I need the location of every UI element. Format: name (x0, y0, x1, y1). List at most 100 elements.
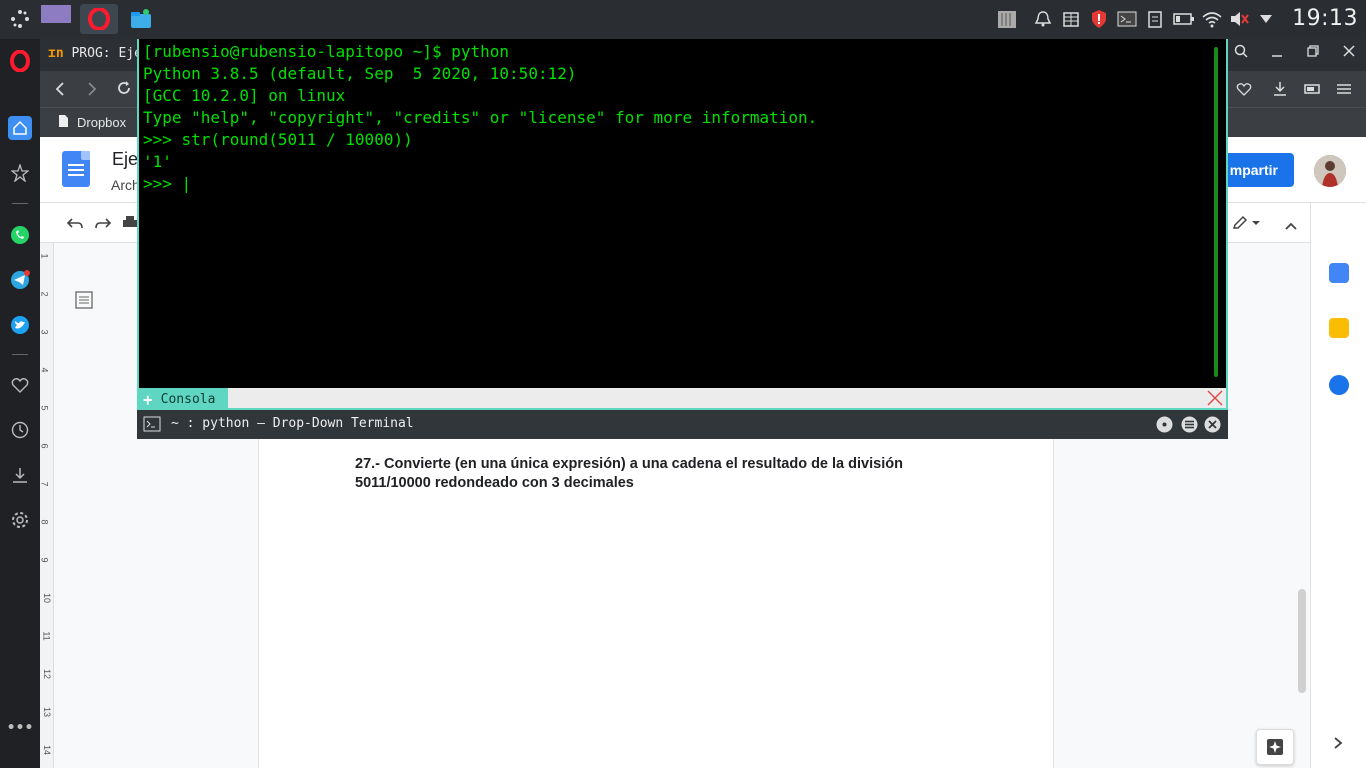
terminal-line: '1' (143, 152, 172, 171)
ruler-number: 1 (39, 253, 50, 259)
ruler-number: 4 (39, 367, 50, 373)
document-line: 27.- Convierte (en una única expresión) … (355, 455, 903, 472)
dropdown-terminal: [rubensio@rubensio-lapitopo ~]$ python Py… (137, 39, 1228, 439)
telegram-icon[interactable] (8, 268, 32, 292)
terminal-line: Type "help", "copyright", "credits" or "… (143, 108, 818, 127)
security-icon[interactable] (1088, 4, 1110, 34)
sidebar-divider (12, 203, 28, 204)
whatsapp-icon[interactable] (8, 223, 32, 247)
keep-icon[interactable] (1329, 318, 1349, 338)
minimize-icon[interactable] (1270, 43, 1284, 62)
vertical-ruler: 1 2 3 4 5 6 7 8 9 10 11 12 13 14 (40, 243, 54, 768)
terminal-menu-icon[interactable] (1181, 416, 1198, 437)
edit-mode-icon[interactable] (1232, 215, 1260, 235)
terminal-close-icon[interactable] (1204, 416, 1221, 437)
ruler-number: 2 (39, 291, 50, 297)
terminal-tabs: + Consola (137, 388, 1228, 410)
ruler-number: 11 (41, 631, 52, 641)
terminal-titlebar: ~ : python – Drop-Down Terminal (137, 410, 1228, 439)
star-icon[interactable] (8, 161, 32, 185)
ruler-number: 8 (39, 519, 50, 525)
clipboard-icon[interactable] (1060, 4, 1082, 34)
scrollbar[interactable] (1298, 589, 1306, 693)
system-panel: 19:13 (0, 0, 1366, 39)
terminal-line: [rubensio@rubensio-lapitopo ~]$ python (143, 42, 510, 61)
expand-panel-icon[interactable] (1333, 735, 1343, 754)
terminal-line: Python 3.8.5 (default, Sep 5 2020, 10:50… (143, 64, 577, 83)
ruler-number: 10 (42, 592, 53, 604)
tab-docs[interactable]: ɪn PROG: Eje (48, 46, 142, 61)
battery-saver-icon[interactable] (1304, 81, 1322, 101)
ruler-number: 6 (39, 443, 50, 449)
terminal-line: >>> | (143, 174, 192, 193)
tab-consola-label: Consola (160, 391, 216, 407)
forward-icon[interactable] (86, 81, 98, 101)
easy-setup-icon[interactable] (1336, 81, 1352, 101)
tab-consola[interactable]: + Consola (139, 388, 228, 410)
terminal-title: ~ : python – Drop-Down Terminal (171, 416, 414, 431)
notes-icon[interactable] (1144, 4, 1166, 34)
menu-archivo[interactable]: Arch (111, 177, 140, 193)
docs-tab-favicon-icon: ɪn (48, 46, 64, 61)
home-icon[interactable] (8, 116, 32, 140)
document-outline-icon[interactable] (75, 291, 93, 313)
back-icon[interactable] (54, 81, 66, 101)
file-manager-task-icon[interactable] (124, 4, 158, 34)
sidebar-divider (12, 354, 28, 355)
ruler-number: 14 (42, 744, 53, 756)
battery-icon[interactable] (1172, 4, 1196, 34)
undo-icon[interactable] (66, 215, 84, 234)
ruler-number: 7 (39, 481, 50, 487)
vault-icon[interactable] (994, 4, 1020, 34)
docs-logo-lines (68, 164, 84, 179)
search-icon[interactable] (1234, 43, 1248, 62)
redo-icon[interactable] (94, 215, 112, 234)
keep-open-icon[interactable] (1156, 416, 1173, 437)
ruler-number: 5 (39, 405, 50, 411)
volume-muted-icon[interactable] (1228, 4, 1250, 34)
notifications-icon[interactable] (1032, 4, 1054, 34)
virtual-desktop-icon[interactable] (40, 4, 72, 34)
collapse-icon[interactable] (1284, 216, 1298, 235)
opera-menu-icon[interactable] (8, 49, 32, 73)
terminal-scrollbar[interactable] (1214, 47, 1218, 377)
terminal-body[interactable]: [rubensio@rubensio-lapitopo ~]$ python Py… (137, 39, 1228, 388)
app-launcher-icon[interactable] (6, 4, 34, 34)
avatar[interactable] (1314, 155, 1346, 187)
opera-sidebar: ••• (0, 39, 40, 768)
more-icon[interactable]: ••• (7, 716, 34, 740)
new-tab-icon[interactable]: + (143, 390, 153, 409)
ruler-number: 9 (39, 557, 50, 563)
menu-down-icon[interactable] (1256, 4, 1276, 34)
close-tab-icon[interactable] (1206, 389, 1224, 407)
print-icon[interactable] (122, 215, 138, 235)
clock[interactable]: 19:13 (1292, 6, 1358, 31)
ruler-number: 12 (42, 668, 53, 680)
terminal-output[interactable]: [rubensio@rubensio-lapitopo ~]$ python Py… (143, 41, 817, 195)
download-icon[interactable] (1272, 81, 1288, 101)
heart-bookmark-icon[interactable] (1236, 81, 1252, 101)
terminal-window-icon (143, 416, 161, 436)
bookmark-label: Dropbox (77, 115, 127, 130)
terminal-icon[interactable] (1116, 4, 1138, 34)
document-title[interactable]: Eje (112, 149, 138, 170)
tab-title: PROG: Eje (71, 46, 142, 61)
reload-icon[interactable] (116, 80, 132, 100)
wifi-icon[interactable] (1200, 4, 1224, 34)
settings-icon[interactable] (8, 508, 32, 532)
twitter-icon[interactable] (8, 313, 32, 337)
heart-icon[interactable] (8, 373, 32, 397)
close-icon[interactable] (1342, 43, 1356, 62)
explore-button[interactable] (1256, 729, 1294, 765)
bookmark-dropbox[interactable]: Dropbox (58, 114, 126, 131)
calendar-icon[interactable] (1329, 263, 1349, 283)
tasks-icon[interactable] (1329, 375, 1349, 395)
downloads-icon[interactable] (8, 463, 32, 487)
ruler-number: 3 (39, 329, 50, 335)
history-icon[interactable] (8, 418, 32, 442)
maximize-icon[interactable] (1306, 43, 1320, 62)
ruler-number: 13 (42, 706, 53, 718)
opera-task-icon[interactable] (80, 4, 118, 34)
terminal-line: [GCC 10.2.0] on linux (143, 86, 346, 105)
window-controls (1234, 43, 1356, 62)
